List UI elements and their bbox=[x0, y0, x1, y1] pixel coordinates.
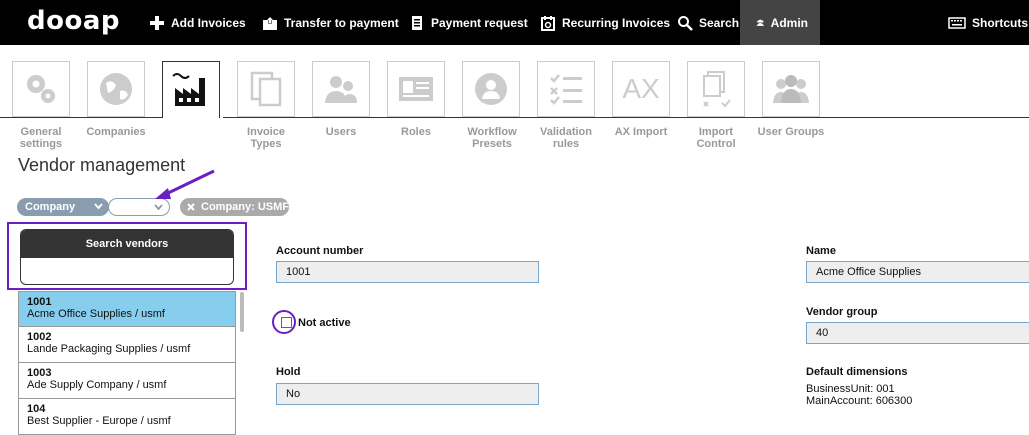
tile-companies[interactable] bbox=[87, 61, 145, 117]
users-tile-icon bbox=[325, 76, 357, 103]
vendor-name: Best Supplier - Europe / usmf bbox=[27, 415, 171, 427]
tile-user-groups[interactable] bbox=[762, 61, 820, 117]
tab-divider bbox=[0, 117, 162, 118]
tile-label-general-settings: General settings bbox=[19, 126, 63, 150]
tile-import-control[interactable] bbox=[687, 61, 745, 117]
payment-request-label: Payment request bbox=[431, 15, 528, 30]
annotation-arrow-icon bbox=[155, 169, 215, 199]
admin-label: Admin bbox=[770, 15, 808, 30]
not-active-label: Not active bbox=[298, 317, 351, 329]
tile-invoice-types[interactable] bbox=[237, 61, 295, 117]
dimension-business-unit: BusinessUnit: 001 bbox=[806, 383, 895, 395]
shortcuts-label: Shortcuts bbox=[972, 15, 1029, 30]
search-button[interactable]: Search bbox=[677, 0, 739, 45]
list-item[interactable]: 104 Best Supplier - Europe / usmf bbox=[18, 399, 236, 435]
account-number-label: Account number bbox=[276, 245, 364, 257]
add-invoices-label: Add Invoices bbox=[171, 15, 246, 30]
tile-label-ax-import: AX Import bbox=[614, 126, 668, 138]
transfer-to-payment-button[interactable]: Transfer to payment bbox=[262, 0, 399, 45]
tile-label-import-control: Import Control bbox=[696, 126, 736, 150]
filter-chip-label: Company: USMF bbox=[201, 201, 289, 213]
recurring-invoices-button[interactable]: Recurring Invoices bbox=[540, 0, 670, 45]
vendor-number: 104 bbox=[27, 403, 46, 415]
tab-divider-right bbox=[223, 117, 1029, 118]
vendor-name: Acme Office Supplies / usmf bbox=[27, 308, 165, 320]
filter-field-label: Company bbox=[25, 201, 76, 213]
tile-label-user-groups: User Groups bbox=[757, 126, 825, 138]
hold-field[interactable]: No bbox=[276, 383, 539, 405]
documents-icon bbox=[250, 71, 282, 107]
list-item[interactable]: 1001 Acme Office Supplies / usmf bbox=[18, 291, 236, 327]
tile-label-workflow-presets: Workflow Presets bbox=[467, 126, 517, 150]
name-field[interactable]: Acme Office Supplies bbox=[806, 261, 1029, 283]
list-item[interactable]: 1002 Lande Packaging Supplies / usmf bbox=[18, 327, 236, 363]
tile-workflow-presets[interactable] bbox=[462, 61, 520, 117]
tile-ax-import[interactable]: AX bbox=[612, 61, 670, 117]
filter-field-select[interactable]: Company bbox=[17, 198, 109, 216]
admin-button[interactable]: Admin bbox=[740, 0, 820, 45]
payment-request-button[interactable]: Payment request bbox=[409, 0, 528, 45]
recurring-invoices-label: Recurring Invoices bbox=[562, 15, 671, 30]
account-number-field[interactable]: 1001 bbox=[276, 261, 539, 283]
search-vendors-highlight: Search vendors bbox=[7, 222, 247, 290]
vendor-group-field[interactable]: 40 bbox=[806, 322, 1029, 344]
globe-icon bbox=[100, 73, 132, 105]
tile-label-companies: Companies bbox=[86, 126, 146, 138]
hold-label: Hold bbox=[276, 366, 301, 378]
vendor-name: Lande Packaging Supplies / usmf bbox=[27, 343, 191, 355]
vendor-number: 1003 bbox=[27, 367, 52, 379]
shortcuts-button[interactable]: Shortcuts bbox=[948, 0, 1028, 45]
vendor-list-scrollbar[interactable] bbox=[240, 292, 244, 332]
search-vendors-header: Search vendors bbox=[21, 230, 233, 258]
dooap-logo[interactable]: dooap bbox=[27, 6, 120, 36]
vendor-list: 1001 Acme Office Supplies / usmf 1002 La… bbox=[18, 291, 236, 435]
dimension-main-account: MainAccount: 606300 bbox=[806, 395, 913, 407]
not-active-checkbox[interactable] bbox=[281, 317, 292, 328]
factory-icon bbox=[172, 73, 205, 106]
default-dimensions-label: Default dimensions bbox=[806, 366, 908, 378]
tile-validation-rules[interactable] bbox=[537, 61, 595, 117]
recurring-icon bbox=[541, 15, 555, 31]
top-navigation-bar: dooap Add Invoices Transfer to payment P… bbox=[0, 0, 1029, 45]
transfer-icon bbox=[263, 15, 277, 30]
tile-label-users: Users bbox=[325, 126, 357, 138]
user-groups-icon bbox=[773, 75, 809, 103]
tile-label-invoice-types: Invoice Types bbox=[247, 126, 285, 150]
workflow-icon bbox=[475, 73, 507, 105]
tile-users[interactable] bbox=[312, 61, 370, 117]
add-invoices-button[interactable]: Add Invoices bbox=[149, 0, 246, 45]
vendor-name: Ade Supply Company / usmf bbox=[27, 379, 167, 391]
users-icon bbox=[756, 19, 765, 26]
search-vendors-input[interactable] bbox=[21, 258, 233, 284]
chevron-down-icon bbox=[154, 204, 163, 211]
search-vendors-panel: Search vendors bbox=[20, 229, 234, 285]
close-icon[interactable] bbox=[186, 202, 196, 212]
checklist-icon bbox=[550, 74, 582, 105]
tile-vendors[interactable] bbox=[162, 61, 220, 118]
keyboard-icon bbox=[948, 16, 966, 29]
tile-label-roles: Roles bbox=[401, 126, 431, 138]
vendor-number: 1001 bbox=[27, 296, 52, 308]
transfer-to-payment-label: Transfer to payment bbox=[284, 15, 399, 30]
vendor-number: 1002 bbox=[27, 331, 52, 343]
import-icon bbox=[703, 71, 731, 108]
tile-label-validation-rules: Validation rules bbox=[540, 126, 592, 150]
search-label: Search bbox=[699, 15, 740, 30]
document-icon bbox=[412, 15, 422, 30]
list-item[interactable]: 1003 Ade Supply Company / usmf bbox=[18, 363, 236, 399]
ax-icon: AX bbox=[622, 73, 660, 104]
gears-icon bbox=[27, 75, 55, 103]
search-icon bbox=[678, 15, 693, 31]
tile-roles[interactable] bbox=[387, 61, 445, 117]
tile-general-settings[interactable] bbox=[12, 61, 70, 117]
plus-icon bbox=[150, 15, 164, 30]
vendor-group-label: Vendor group bbox=[806, 306, 878, 318]
id-card-icon bbox=[399, 77, 433, 101]
chevron-down-icon bbox=[94, 203, 103, 210]
name-label: Name bbox=[806, 245, 836, 257]
